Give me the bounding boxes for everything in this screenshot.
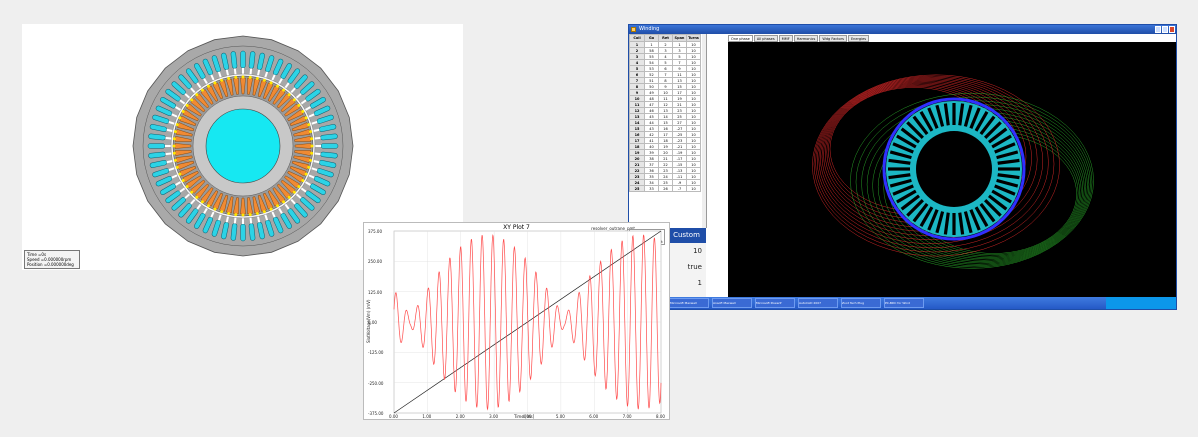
column-header[interactable]: Go	[644, 34, 659, 42]
tab-one-phase[interactable]: One phase	[728, 35, 753, 42]
tab-energies[interactable]: Energies	[847, 35, 870, 42]
status-position: Position =0.000000deg	[27, 262, 74, 267]
table-cell[interactable]: 10	[686, 185, 701, 192]
stator-slot	[952, 103, 956, 125]
y-tick-label: 125.00	[368, 289, 382, 295]
table-row[interactable]: 25 33 26 -7 10	[629, 185, 701, 192]
tab-harmonics[interactable]: Harmonics	[793, 35, 819, 42]
stator-slot	[998, 167, 1020, 171]
shaft	[205, 108, 281, 184]
column-header[interactable]: Ret	[658, 34, 673, 42]
row-header[interactable]: 25	[629, 185, 645, 192]
custom-button[interactable]: Custom	[667, 228, 706, 243]
close-button[interactable]	[1169, 26, 1175, 33]
tab-wdg-factors[interactable]: Wdg Factors	[819, 35, 847, 42]
motor-status-box: Time =0s Speed =0.000000rpm Position =0.…	[24, 250, 80, 269]
tab-mmf[interactable]: MMF	[778, 35, 793, 42]
taskbar[interactable]: Microsoft Maxwell Ansoft Maxwell Microsoft…	[629, 297, 1176, 309]
column-header[interactable]: Span	[672, 34, 687, 42]
minimize-button[interactable]	[1155, 26, 1161, 33]
layers-value: 1	[697, 279, 702, 287]
winding-diagram	[812, 74, 1094, 269]
taskbar-item[interactable]: PC-BDC for Wind	[884, 298, 924, 308]
flag-value: true	[687, 263, 702, 271]
view-tabs[interactable]: One phase All phases MMF Harmonics Wdg Facto…	[728, 35, 870, 42]
column-header[interactable]: Turns	[686, 34, 701, 42]
column-header[interactable]: Coil	[629, 34, 645, 42]
taskbar-item[interactable]: Microsoft Maxwell	[669, 298, 709, 308]
y-tick-label: 250.00	[368, 259, 382, 265]
turns-value: 10	[693, 247, 702, 255]
taskbar-item[interactable]: Zoot Tech Plug	[841, 298, 881, 308]
x-tick-label: 1.00	[422, 414, 432, 419]
table-cell[interactable]: 26	[658, 185, 673, 192]
x-tick-label: 2.00	[455, 414, 465, 419]
y-tick-label: 375.00	[368, 229, 382, 234]
stator-slot	[888, 167, 910, 171]
x-tick-label: 0.00	[389, 414, 398, 419]
window-title: Winding	[639, 26, 660, 32]
table-scrollbar[interactable]	[702, 34, 706, 228]
window-titlebar[interactable]: Winding	[629, 25, 1176, 34]
system-tray[interactable]	[1106, 297, 1176, 309]
x-tick-label: 3.00	[489, 414, 499, 419]
xy-plot-area	[393, 230, 662, 414]
y-tick-label: -250.00	[368, 380, 384, 386]
taskbar-item[interactable]: Microsoft PowerP	[755, 298, 795, 308]
table-cell[interactable]: -7	[672, 185, 687, 192]
y-tick-label: 0.00	[368, 320, 377, 325]
tab-all-phases[interactable]: All phases	[753, 35, 778, 42]
winding-3d-view[interactable]	[728, 42, 1176, 298]
winding-window[interactable]: Winding Coil Go Ret Span Turns 1 1 2 1 10 2 58 3 3 10…	[628, 24, 1177, 310]
y-tick-label: -125.00	[368, 350, 384, 356]
y-tick-label: -375.00	[368, 411, 384, 416]
bore	[916, 131, 992, 207]
x-tick-label: 5.00	[555, 414, 565, 419]
stator-slot	[952, 213, 956, 235]
x-tick-label: 8.00	[656, 414, 665, 419]
maximize-button[interactable]	[1162, 26, 1168, 33]
taskbar-item[interactable]: Ansoft Maxwell	[712, 298, 752, 308]
app-icon	[631, 27, 636, 32]
taskbar-item[interactable]: AutoCAD 2007	[798, 298, 838, 308]
xy-plot-window[interactable]: XY Plot 7 resolver_outrane_pmt Curve Inf…	[363, 222, 670, 420]
x-tick-label: 4.00	[522, 414, 532, 419]
x-tick-label: 7.00	[622, 414, 632, 419]
coil-table[interactable]: Coil Go Ret Span Turns 1 1 2 1 10 2 58 3 3 10 3 55 4 5 10 4…	[629, 34, 707, 228]
table-cell[interactable]: 33	[644, 185, 659, 192]
x-tick-label: 6.00	[589, 414, 599, 419]
